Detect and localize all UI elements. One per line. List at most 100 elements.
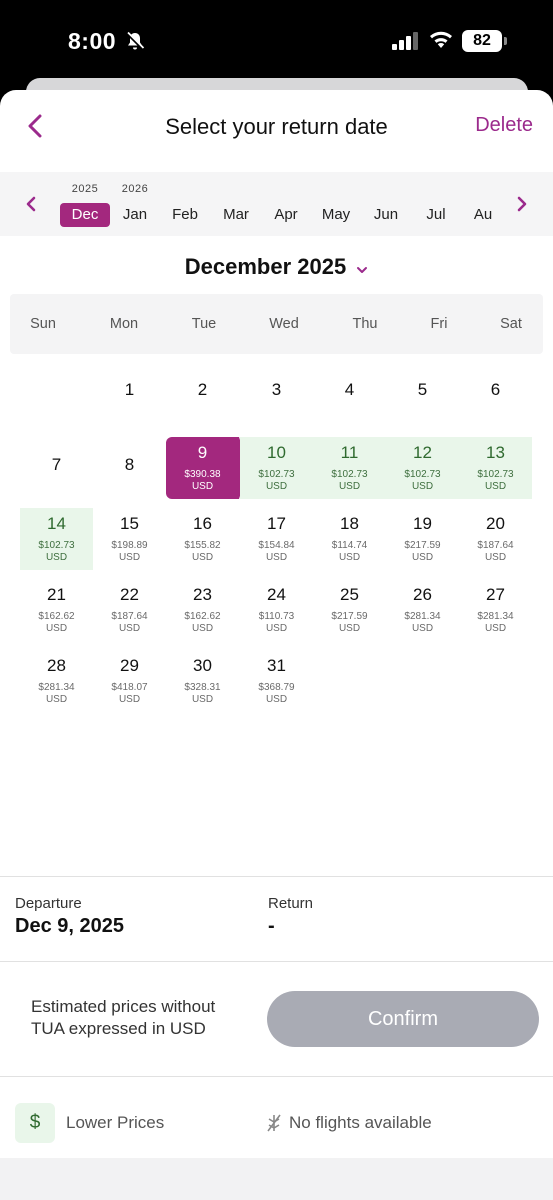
day-cell-27[interactable]: 27 $281.34 USD: [459, 579, 532, 641]
day-cell-19[interactable]: 19 $217.59 USD: [386, 508, 459, 570]
day-cell-15[interactable]: 15 $198.89 USD: [93, 508, 166, 570]
day-number: 31: [267, 656, 286, 675]
day-number: 22: [120, 585, 139, 604]
day-cell-29[interactable]: 29 $418.07 USD: [93, 650, 166, 712]
day-cell-26[interactable]: 26 $281.34 USD: [386, 579, 459, 641]
day-cell-7[interactable]: 7: [20, 437, 93, 499]
day-cell-20[interactable]: 20 $187.64 USD: [459, 508, 532, 570]
month-tab-year: 2025: [71, 183, 99, 195]
weekday-label: Thu: [352, 316, 378, 332]
day-currency: USD: [338, 481, 361, 492]
day-cell-22[interactable]: 22 $187.64 USD: [93, 579, 166, 641]
day-price: $155.82: [184, 540, 221, 551]
day-cell-10[interactable]: 10 $102.73 USD: [240, 437, 313, 499]
day-cell-1[interactable]: 1: [93, 362, 166, 424]
day-price: $154.84: [258, 540, 295, 551]
day-currency: USD: [484, 481, 507, 492]
day-cell-21[interactable]: 21 $162.62 USD: [20, 579, 93, 641]
day-number: 14: [47, 514, 66, 533]
day-cell-8[interactable]: 8: [93, 437, 166, 499]
day-number: 26: [413, 585, 432, 604]
return-date-sheet: Select your return date Delete 2025 Dec 20…: [0, 90, 553, 1200]
month-tab-may[interactable]: May: [311, 172, 361, 236]
day-cell-28[interactable]: 28 $281.34 USD: [20, 650, 93, 712]
day-cell-6[interactable]: 6: [459, 362, 532, 424]
day-cell-31[interactable]: 31 $368.79 USD: [240, 650, 313, 712]
status-bar: 8:00 82: [0, 0, 553, 80]
day-price: $110.73: [258, 611, 295, 622]
day-price: $102.73: [404, 469, 441, 480]
day-cell-24[interactable]: 24 $110.73 USD: [240, 579, 313, 641]
day-cell-13[interactable]: 13 $102.73 USD: [459, 437, 532, 499]
day-number: 29: [120, 656, 139, 675]
return-label: Return: [268, 895, 314, 912]
day-number: 11: [340, 443, 359, 462]
weekday-label: Tue: [191, 316, 217, 332]
day-currency: USD: [265, 552, 288, 563]
day-currency: USD: [118, 552, 141, 563]
day-cell-18[interactable]: 18 $114.74 USD: [313, 508, 386, 570]
day-cell-9[interactable]: 9 $390.38 USD: [166, 437, 239, 499]
month-tab-feb[interactable]: Feb: [160, 172, 210, 236]
day-price: $114.74: [331, 540, 368, 551]
month-tab-apr[interactable]: Apr: [261, 172, 311, 236]
day-number: 19: [413, 514, 432, 533]
day-number: 9: [197, 443, 208, 462]
day-currency: USD: [45, 552, 68, 563]
estimate-note: Estimated prices without TUA expressed i…: [31, 997, 216, 1038]
month-tab-jun[interactable]: Jun: [361, 172, 411, 236]
day-cell-17[interactable]: 17 $154.84 USD: [240, 508, 313, 570]
day-cell-5[interactable]: 5: [386, 362, 459, 424]
month-tab-label: May: [321, 206, 351, 223]
day-price: $281.34: [38, 682, 75, 693]
day-number: 30: [193, 656, 212, 675]
day-number: 1: [124, 380, 135, 399]
month-title: December 2025: [184, 254, 347, 279]
month-tab-au[interactable]: Au: [458, 172, 508, 236]
day-number: 21: [47, 585, 66, 604]
day-currency: USD: [265, 694, 288, 705]
confirm-button[interactable]: Confirm: [267, 991, 539, 1047]
month-tab-jul[interactable]: Jul: [411, 172, 461, 236]
weekday-label: Sat: [500, 316, 522, 332]
prev-month-chevron-icon[interactable]: [22, 194, 42, 214]
day-number: 3: [271, 380, 282, 399]
day-currency: USD: [191, 552, 214, 563]
day-cell-14[interactable]: 14 $102.73 USD: [20, 508, 93, 570]
day-number: 6: [490, 380, 501, 399]
day-cell-4[interactable]: 4: [313, 362, 386, 424]
day-cell-25[interactable]: 25 $217.59 USD: [313, 579, 386, 641]
day-number: 7: [51, 455, 62, 474]
day-cell-16[interactable]: 16 $155.82 USD: [166, 508, 239, 570]
day-number: 16: [193, 514, 212, 533]
day-price: $217.59: [331, 611, 368, 622]
month-tab-dec[interactable]: 2025 Dec: [60, 172, 110, 236]
trip-summary: Departure Dec 9, 2025 Return -: [0, 876, 553, 962]
day-number: 17: [267, 514, 286, 533]
day-price: $162.62: [38, 611, 75, 622]
month-title-dropdown[interactable]: December 2025: [0, 254, 553, 281]
day-cell-3[interactable]: 3: [240, 362, 313, 424]
day-cell-2[interactable]: 2: [166, 362, 239, 424]
day-price: $187.64: [477, 540, 514, 551]
day-currency: USD: [45, 694, 68, 705]
delete-button[interactable]: Delete: [475, 114, 533, 137]
month-strip: 2025 Dec 2026 Jan Feb Mar Apr May Jun Jul Au: [0, 172, 553, 236]
day-cell-23[interactable]: 23 $162.62 USD: [166, 579, 239, 641]
day-currency: USD: [118, 694, 141, 705]
day-number: 27: [486, 585, 505, 604]
day-cell-30[interactable]: 30 $328.31 USD: [166, 650, 239, 712]
day-cell-12[interactable]: 12 $102.73 USD: [386, 437, 459, 499]
day-currency: USD: [118, 623, 141, 634]
no-flights-icon: [266, 1113, 282, 1138]
day-currency: USD: [191, 623, 214, 634]
day-cell-11[interactable]: 11 $102.73 USD: [313, 437, 386, 499]
month-tab-label: Feb: [172, 206, 198, 223]
month-tab-jan[interactable]: 2026 Jan: [110, 172, 160, 236]
month-tab-mar[interactable]: Mar: [211, 172, 261, 236]
next-month-chevron-icon[interactable]: [511, 194, 531, 214]
day-currency: USD: [265, 481, 288, 492]
status-time: 8:00: [68, 28, 117, 54]
weekday-label: Wed: [269, 316, 299, 332]
price-legend: $ Lower Prices No flights available: [0, 1076, 553, 1158]
